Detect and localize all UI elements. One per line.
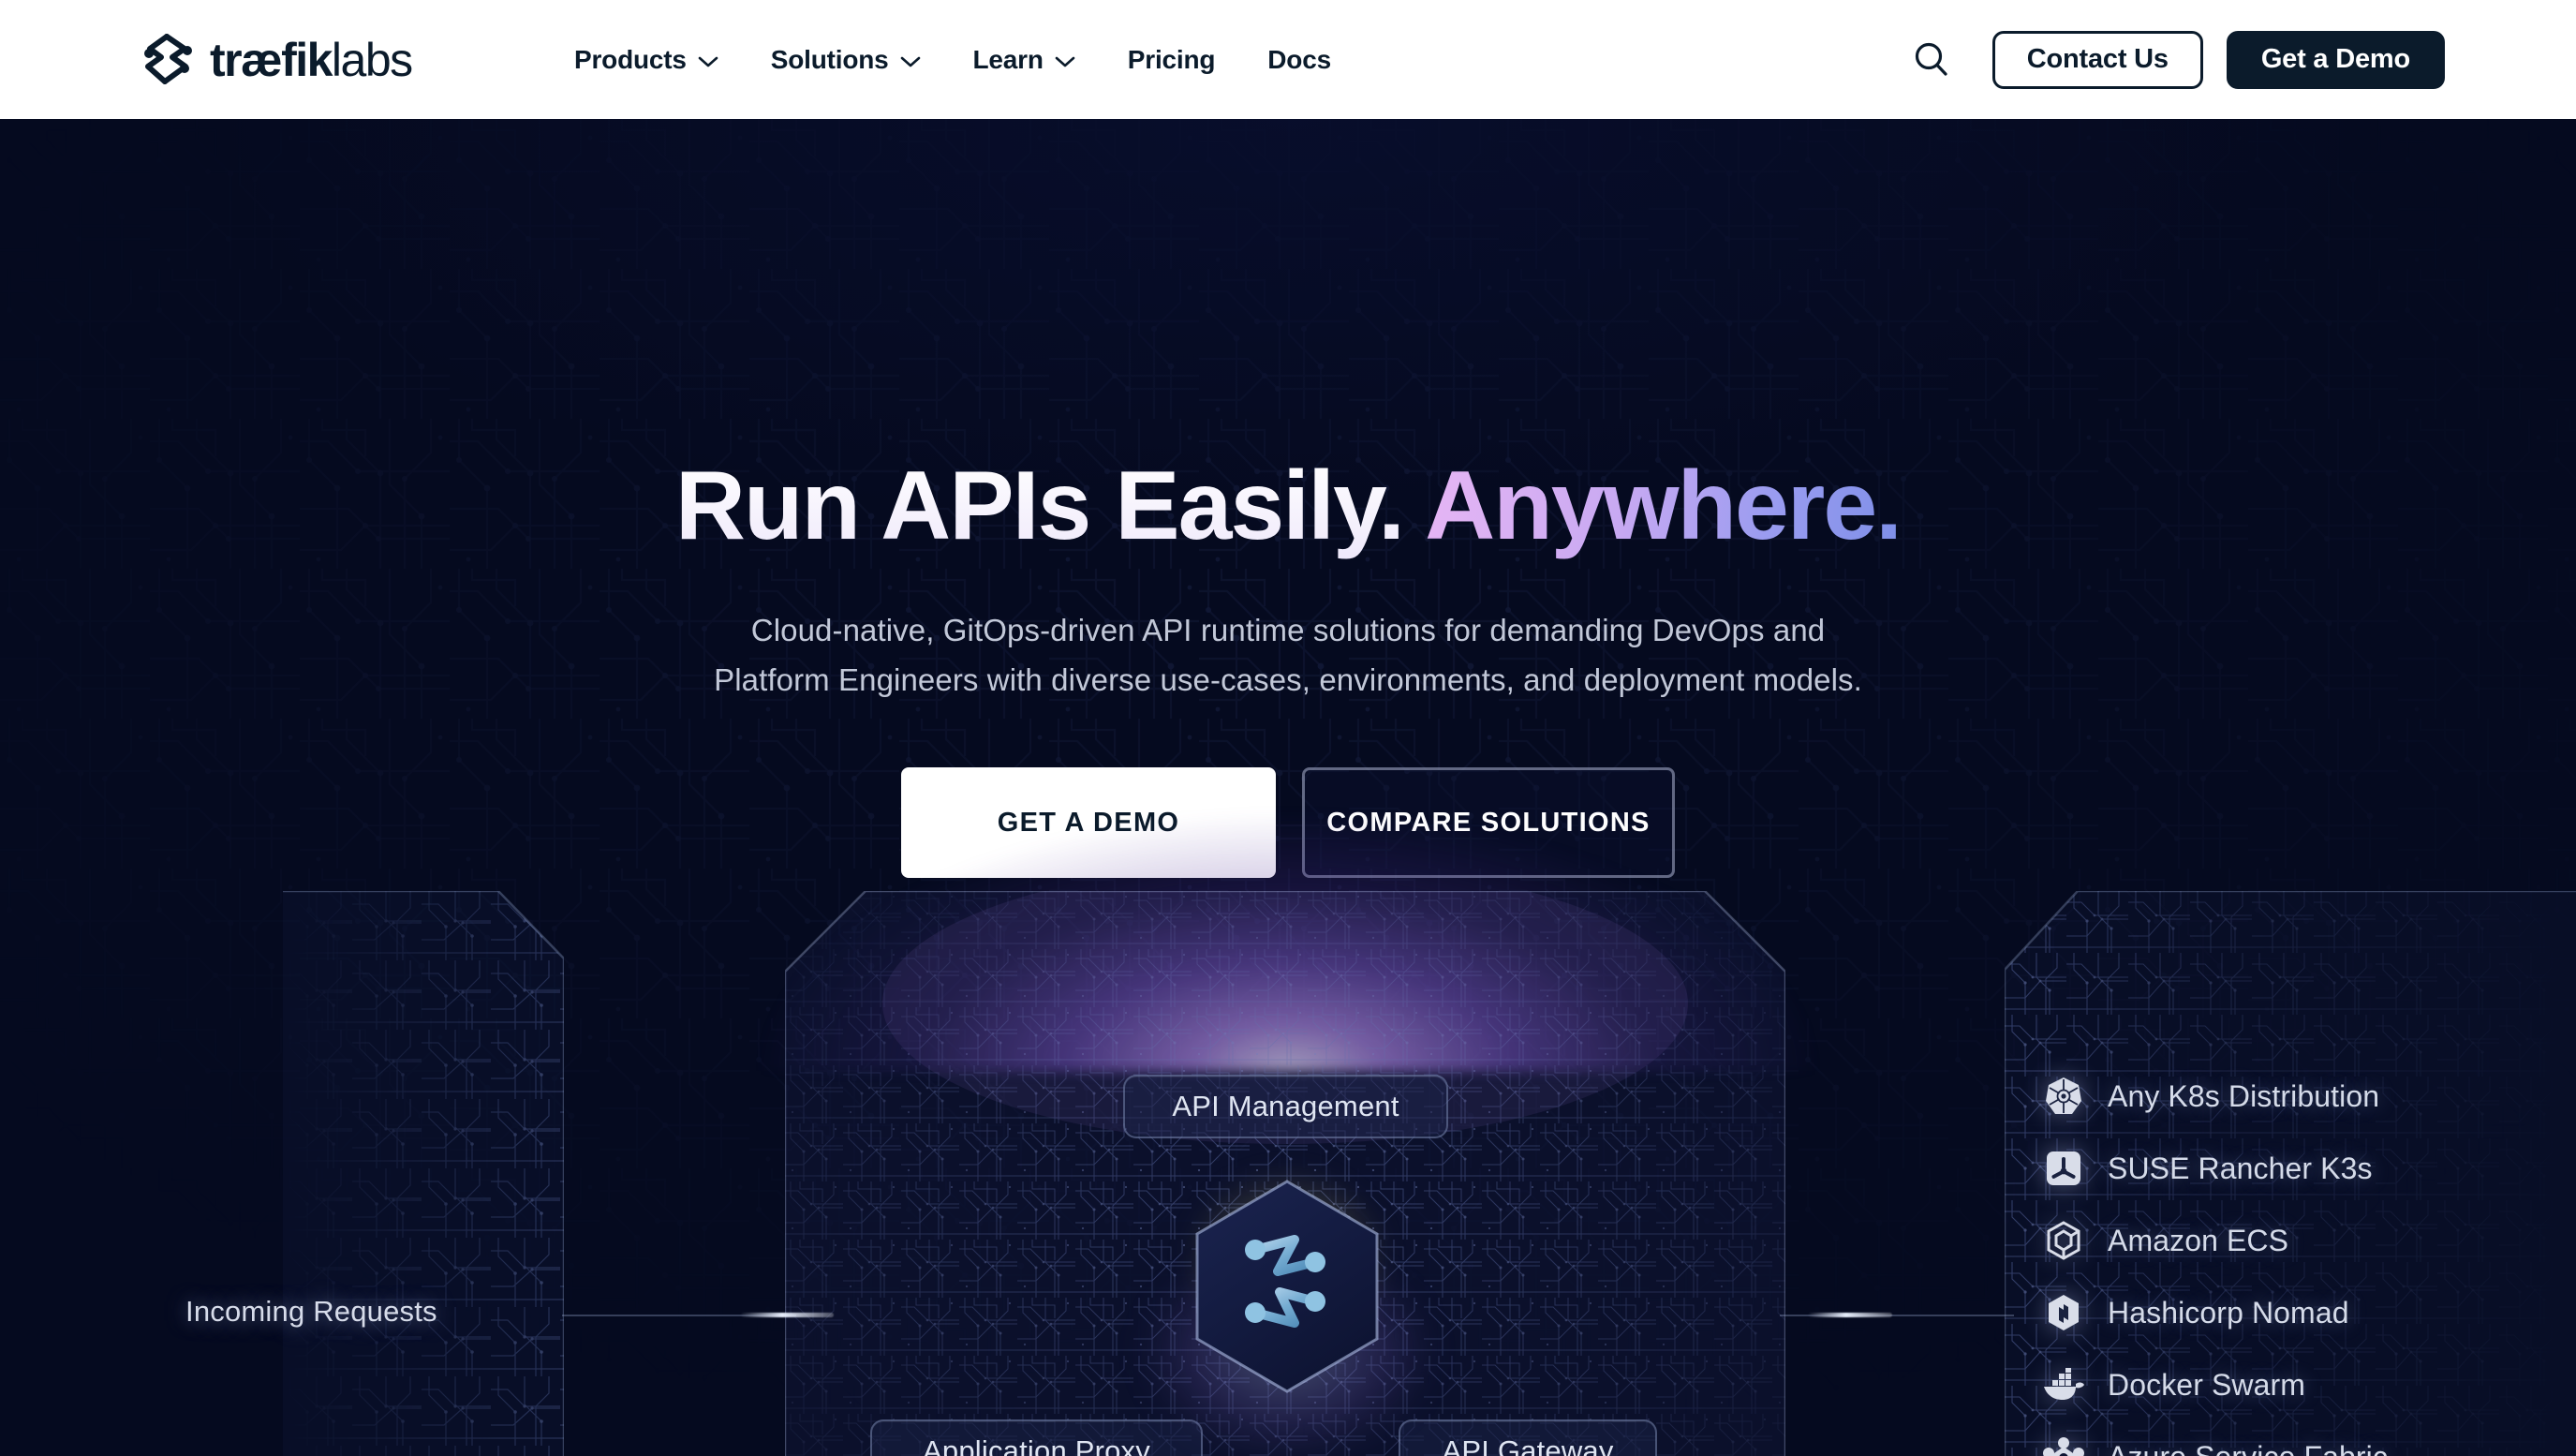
platform-label: Azure Service Fabric	[2108, 1440, 2388, 1456]
hero-subheading: Cloud-native, GitOps-driven API runtime …	[0, 605, 2576, 706]
compare-solutions-cta-button[interactable]: COMPARE SOLUTIONS	[1302, 767, 1675, 878]
nav-label-learn: Learn	[972, 44, 1044, 74]
azure-service-fabric-icon	[2042, 1435, 2085, 1456]
platform-item-hashicorp-nomad: Hashicorp Nomad	[2042, 1291, 2388, 1334]
subheading-line-2: Platform Engineers with diverse use-case…	[714, 662, 1862, 698]
hashicorp-nomad-icon	[2042, 1291, 2085, 1334]
pill-api-gateway: API Gateway	[1399, 1419, 1657, 1456]
connector-right-line	[1780, 1315, 2014, 1316]
kubernetes-icon	[2042, 1075, 2085, 1118]
platform-item-rancher-k3s: SUSE Rancher K3s	[2042, 1147, 2388, 1190]
brand-logo[interactable]: træfiklabs	[141, 33, 413, 87]
incoming-requests-label: Incoming Requests	[185, 1295, 437, 1328]
get-a-demo-cta-button[interactable]: GET A DEMO	[901, 767, 1276, 878]
pill-api-management: API Management	[1123, 1075, 1448, 1138]
platform-item-amazon-ecs: Amazon ECS	[2042, 1219, 2388, 1262]
nav-label-products: Products	[574, 44, 687, 74]
subheading-line-1: Cloud-native, GitOps-driven API runtime …	[750, 613, 1826, 647]
platform-item-azure-service-fabric: Azure Service Fabric	[2042, 1435, 2388, 1456]
amazon-ecs-icon	[2042, 1219, 2085, 1262]
traefik-hexagon-icon	[1195, 1180, 1379, 1393]
contact-us-button[interactable]: Contact Us	[1991, 30, 2203, 89]
top-navigation-bar: træfiklabs Products Solutions Learn Pric…	[0, 0, 2576, 119]
platform-label: Amazon ECS	[2108, 1223, 2289, 1257]
connector-left-pulse	[740, 1313, 834, 1317]
chevron-down-icon	[698, 45, 718, 75]
rancher-k3s-icon	[2042, 1147, 2085, 1190]
platform-label: Hashicorp Nomad	[2108, 1295, 2349, 1330]
platform-label: Docker Swarm	[2108, 1367, 2306, 1402]
brand-wordmark: træfiklabs	[210, 33, 413, 86]
traefik-hexagon-badge	[1087, 1103, 1488, 1456]
nav-label-pricing: Pricing	[1127, 44, 1216, 74]
headline-primary: Run APIs Easily.	[674, 452, 1426, 560]
chevron-down-icon	[900, 45, 921, 75]
platform-item-docker-swarm: Docker Swarm	[2042, 1363, 2388, 1406]
hero-cta-row: GET A DEMO COMPARE SOLUTIONS	[0, 767, 2576, 878]
nav-item-products[interactable]: Products	[548, 45, 745, 75]
connector-left-line	[562, 1315, 796, 1316]
headline-accent: Anywhere.	[1425, 452, 1902, 560]
nav-label-solutions: Solutions	[770, 44, 889, 74]
platform-label: SUSE Rancher K3s	[2108, 1151, 2373, 1185]
nav-item-docs[interactable]: Docs	[1241, 45, 1357, 75]
nav-item-learn[interactable]: Learn	[947, 45, 1102, 75]
platform-label: Any K8s Distribution	[2108, 1078, 2380, 1113]
pill-application-proxy: Application Proxy	[870, 1419, 1203, 1456]
incoming-requests-panel	[283, 891, 564, 1456]
nav-item-pricing[interactable]: Pricing	[1102, 45, 1242, 75]
traefik-runtime-panel	[785, 891, 1785, 1456]
platform-list: Any K8s Distribution SUSE Rancher K3s Am…	[2042, 1075, 2388, 1456]
nav-label-docs: Docs	[1267, 44, 1331, 74]
get-a-demo-button[interactable]: Get a Demo	[2226, 30, 2445, 89]
chevron-down-icon	[1055, 45, 1075, 75]
hero-section: Run APIs Easily. Anywhere. Cloud-native,…	[0, 119, 2576, 1456]
connector-right-pulse	[1808, 1313, 1892, 1317]
page-title: Run APIs Easily. Anywhere.	[0, 453, 2576, 558]
traefik-logo-icon	[141, 33, 200, 87]
search-icon[interactable]	[1901, 29, 1962, 91]
docker-icon	[2042, 1363, 2085, 1406]
nav-item-solutions[interactable]: Solutions	[745, 45, 947, 75]
platform-item-kubernetes: Any K8s Distribution	[2042, 1075, 2388, 1118]
nav-actions: Contact Us Get a Demo	[1901, 29, 2445, 91]
main-nav-links: Products Solutions Learn Pricing Docs	[548, 45, 1357, 75]
